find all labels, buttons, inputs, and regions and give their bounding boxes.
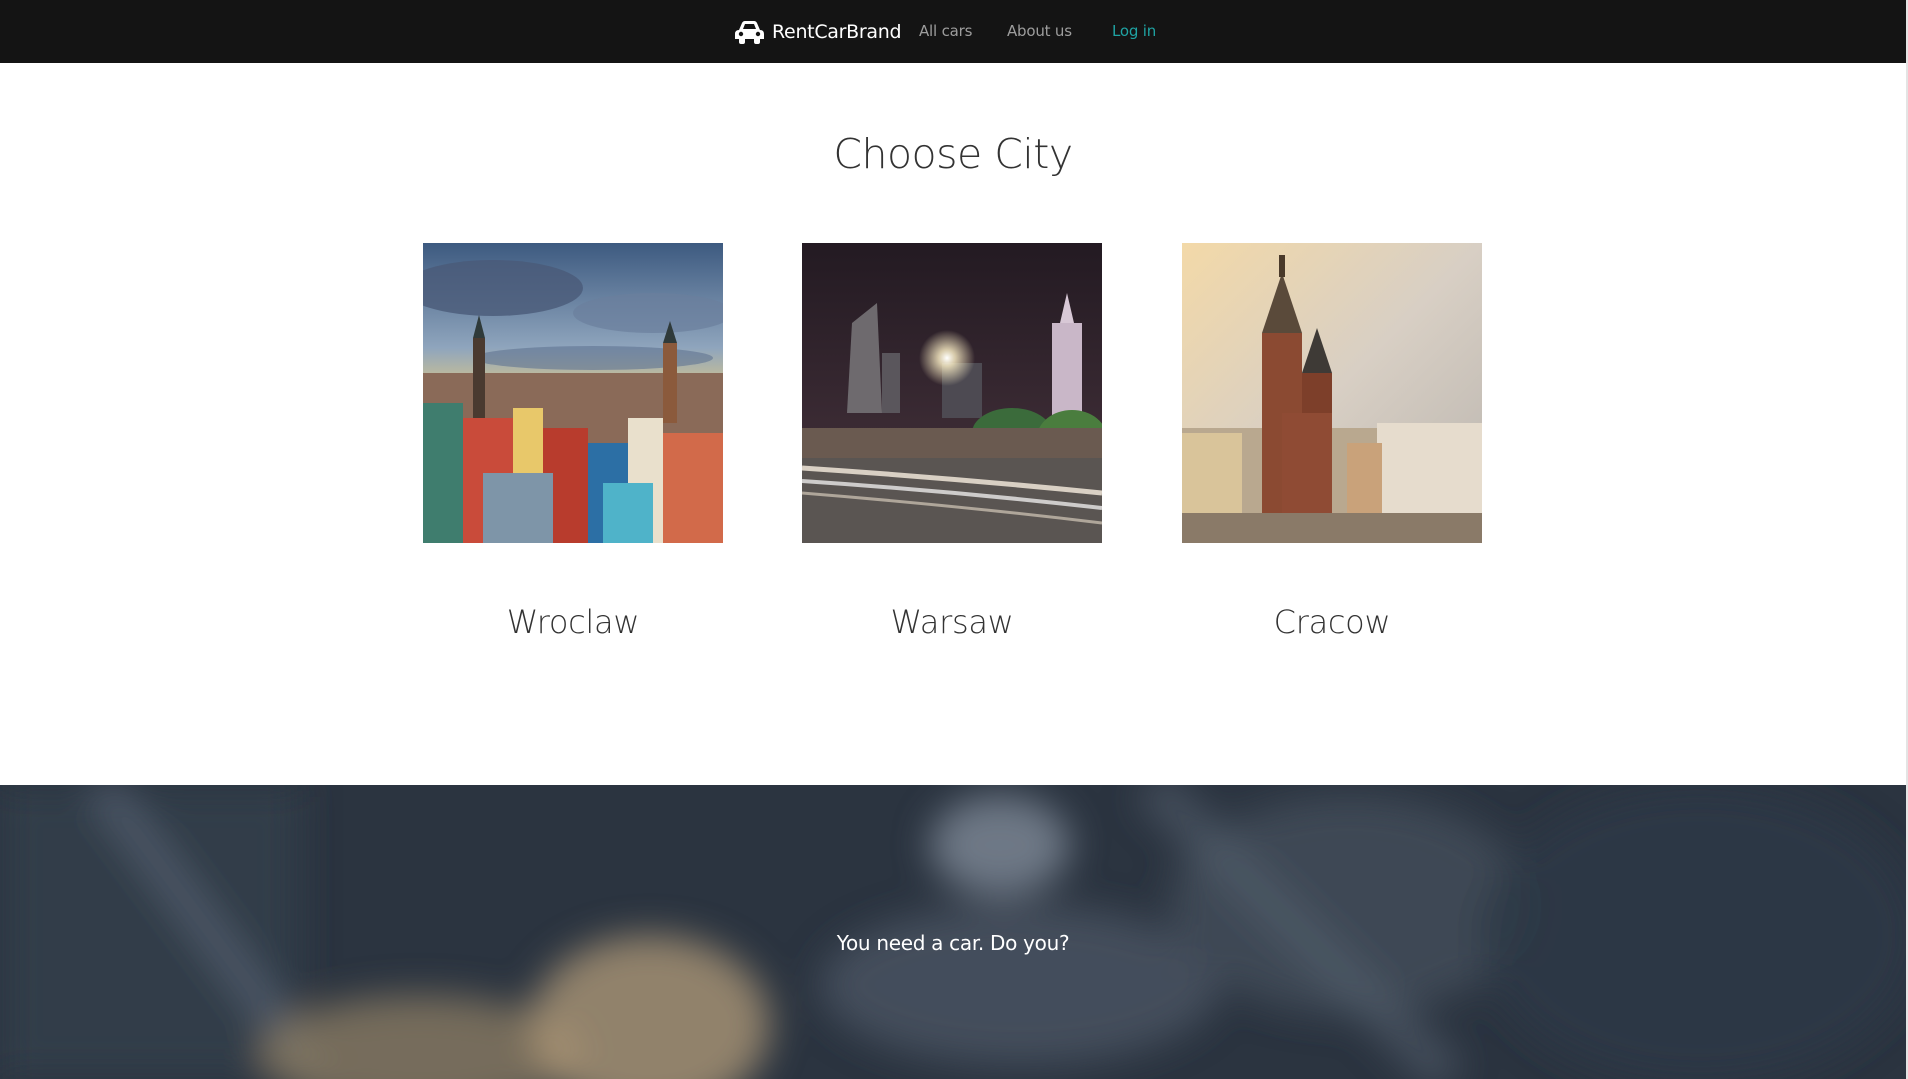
city-name-cracow[interactable]: Cracow [1182, 603, 1482, 641]
city-name-warsaw[interactable]: Warsaw [802, 603, 1102, 641]
nav-all-cars[interactable]: All cars [919, 0, 972, 63]
wroclaw-image[interactable] [423, 243, 723, 543]
city-name-wroclaw[interactable]: Wroclaw [423, 603, 723, 641]
cracow-image[interactable] [1182, 243, 1482, 543]
brand-name: RentCarBrand [772, 20, 902, 43]
city-card-warsaw[interactable]: Warsaw [802, 243, 1102, 641]
city-card-cracow[interactable]: Cracow [1182, 243, 1482, 641]
hero-banner: You need a car. Do you? [0, 785, 1906, 1079]
city-card-wroclaw[interactable]: Wroclaw [423, 243, 723, 641]
top-navbar: RentCarBrand All cars About us Log in [0, 0, 1906, 63]
brand-link[interactable]: RentCarBrand [733, 0, 902, 63]
page-title: Choose City [833, 130, 1073, 178]
nav-about-us[interactable]: About us [1007, 0, 1072, 63]
car-icon [733, 19, 766, 45]
warsaw-image[interactable] [802, 243, 1102, 543]
nav-log-in[interactable]: Log in [1112, 0, 1156, 63]
hero-tagline: You need a car. Do you? [836, 931, 1070, 955]
